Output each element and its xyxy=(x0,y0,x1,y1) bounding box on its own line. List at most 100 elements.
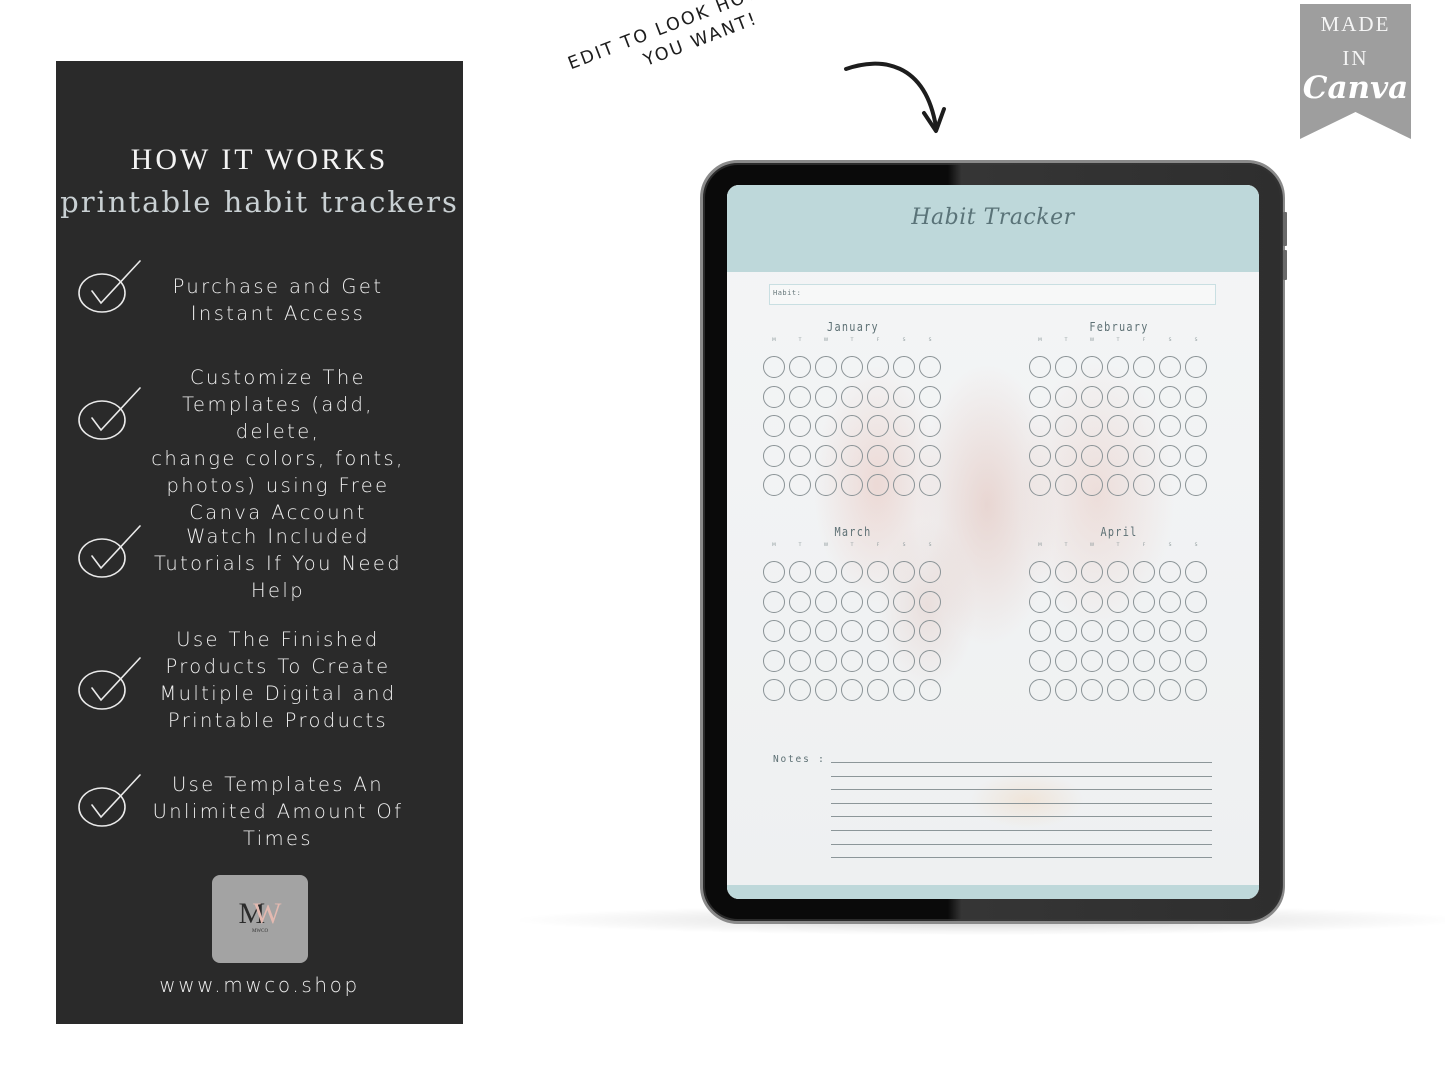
day-checkbox[interactable] xyxy=(1055,356,1077,378)
day-checkbox[interactable] xyxy=(1185,356,1207,378)
day-checkbox[interactable] xyxy=(841,415,863,437)
day-checkbox[interactable] xyxy=(1133,649,1155,672)
day-checkbox[interactable] xyxy=(919,620,941,642)
day-checkbox[interactable] xyxy=(1133,356,1155,378)
day-checkbox[interactable] xyxy=(789,620,811,642)
day-checkbox[interactable] xyxy=(841,385,863,408)
day-checkbox[interactable] xyxy=(841,590,863,613)
day-checkbox[interactable] xyxy=(919,415,941,437)
day-checkbox[interactable] xyxy=(815,385,837,408)
day-checkbox[interactable] xyxy=(867,474,889,496)
day-checkbox[interactable] xyxy=(789,590,811,613)
day-checkbox[interactable] xyxy=(919,474,941,496)
day-checkbox[interactable] xyxy=(841,649,863,672)
day-checkbox[interactable] xyxy=(1029,561,1051,583)
day-checkbox[interactable] xyxy=(1133,620,1155,642)
day-checkbox[interactable] xyxy=(1029,356,1051,378)
day-checkbox[interactable] xyxy=(893,561,915,583)
day-checkbox[interactable] xyxy=(867,356,889,378)
note-line[interactable] xyxy=(831,802,1212,804)
day-checkbox[interactable] xyxy=(815,561,837,583)
day-checkbox[interactable] xyxy=(789,679,811,701)
day-checkbox[interactable] xyxy=(815,474,837,496)
day-checkbox[interactable] xyxy=(1185,444,1207,467)
day-checkbox[interactable] xyxy=(815,679,837,701)
day-checkbox[interactable] xyxy=(763,356,785,378)
day-checkbox[interactable] xyxy=(1133,415,1155,437)
day-checkbox[interactable] xyxy=(893,649,915,672)
day-checkbox[interactable] xyxy=(867,679,889,701)
day-checkbox[interactable] xyxy=(763,415,785,437)
day-checkbox[interactable] xyxy=(893,679,915,701)
note-line[interactable] xyxy=(831,762,1212,763)
day-checkbox[interactable] xyxy=(1029,649,1051,672)
day-checkbox[interactable] xyxy=(1159,679,1181,701)
day-checkbox[interactable] xyxy=(1185,679,1207,701)
day-checkbox[interactable] xyxy=(1185,590,1207,613)
day-checkbox[interactable] xyxy=(1055,444,1077,467)
day-checkbox[interactable] xyxy=(1081,649,1103,672)
day-checkbox[interactable] xyxy=(1081,415,1103,437)
day-checkbox[interactable] xyxy=(919,649,941,672)
day-checkbox[interactable] xyxy=(1107,620,1129,642)
website-link[interactable]: www.mwco.shop xyxy=(56,973,463,997)
day-checkbox[interactable] xyxy=(1081,474,1103,496)
day-checkbox[interactable] xyxy=(1185,385,1207,408)
day-checkbox[interactable] xyxy=(841,356,863,378)
day-checkbox[interactable] xyxy=(1133,590,1155,613)
day-checkbox[interactable] xyxy=(1029,590,1051,613)
day-checkbox[interactable] xyxy=(919,444,941,467)
day-checkbox[interactable] xyxy=(815,356,837,378)
note-line[interactable] xyxy=(831,816,1212,818)
day-checkbox[interactable] xyxy=(1081,385,1103,408)
day-checkbox[interactable] xyxy=(763,620,785,642)
day-checkbox[interactable] xyxy=(763,444,785,467)
day-checkbox[interactable] xyxy=(1159,561,1181,583)
day-checkbox[interactable] xyxy=(919,356,941,378)
day-checkbox[interactable] xyxy=(789,649,811,672)
day-checkbox[interactable] xyxy=(893,415,915,437)
day-checkbox[interactable] xyxy=(763,679,785,701)
day-checkbox[interactable] xyxy=(1159,474,1181,496)
day-checkbox[interactable] xyxy=(867,649,889,672)
day-checkbox[interactable] xyxy=(815,444,837,467)
day-checkbox[interactable] xyxy=(1107,649,1129,672)
day-checkbox[interactable] xyxy=(841,444,863,467)
day-checkbox[interactable] xyxy=(1185,561,1207,583)
day-checkbox[interactable] xyxy=(867,620,889,642)
day-checkbox[interactable] xyxy=(1081,561,1103,583)
note-line[interactable] xyxy=(831,857,1212,859)
day-checkbox[interactable] xyxy=(1133,385,1155,408)
day-checkbox[interactable] xyxy=(815,590,837,613)
day-checkbox[interactable] xyxy=(1055,620,1077,642)
day-checkbox[interactable] xyxy=(1107,356,1129,378)
day-checkbox[interactable] xyxy=(1159,620,1181,642)
day-checkbox[interactable] xyxy=(919,385,941,408)
day-checkbox[interactable] xyxy=(841,679,863,701)
day-checkbox[interactable] xyxy=(1081,356,1103,378)
day-checkbox[interactable] xyxy=(1081,620,1103,642)
day-checkbox[interactable] xyxy=(841,620,863,642)
day-checkbox[interactable] xyxy=(1133,444,1155,467)
day-checkbox[interactable] xyxy=(1159,356,1181,378)
day-checkbox[interactable] xyxy=(1055,679,1077,701)
day-checkbox[interactable] xyxy=(815,649,837,672)
note-line[interactable] xyxy=(831,843,1212,845)
day-checkbox[interactable] xyxy=(815,415,837,437)
day-checkbox[interactable] xyxy=(1107,590,1129,613)
day-checkbox[interactable] xyxy=(1055,590,1077,613)
day-checkbox[interactable] xyxy=(1081,444,1103,467)
day-checkbox[interactable] xyxy=(763,590,785,613)
note-line[interactable] xyxy=(831,775,1212,777)
day-checkbox[interactable] xyxy=(763,385,785,408)
day-checkbox[interactable] xyxy=(1107,415,1129,437)
day-checkbox[interactable] xyxy=(1185,474,1207,496)
day-checkbox[interactable] xyxy=(1029,444,1051,467)
day-checkbox[interactable] xyxy=(867,590,889,613)
day-checkbox[interactable] xyxy=(1159,649,1181,672)
day-checkbox[interactable] xyxy=(893,356,915,378)
day-checkbox[interactable] xyxy=(1185,415,1207,437)
day-checkbox[interactable] xyxy=(867,415,889,437)
day-checkbox[interactable] xyxy=(1055,385,1077,408)
day-checkbox[interactable] xyxy=(789,444,811,467)
